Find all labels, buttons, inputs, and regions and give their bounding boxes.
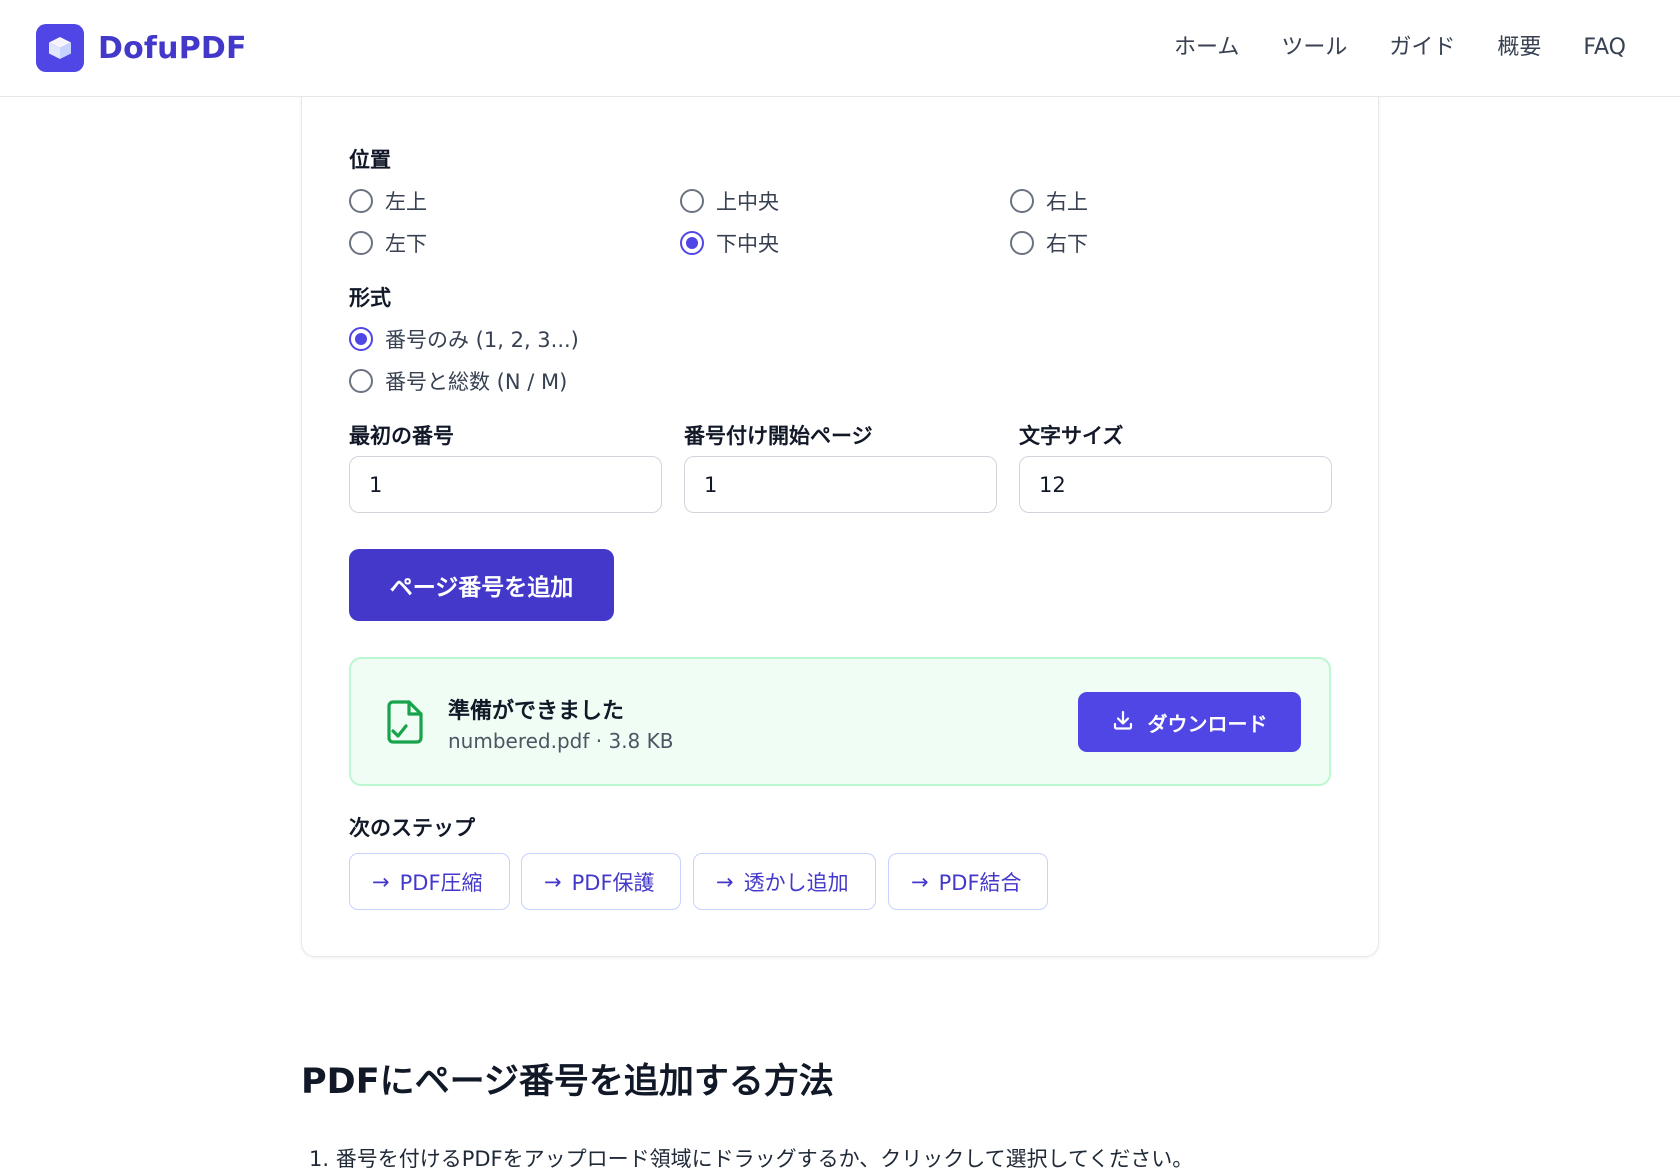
howto-heading: PDFにページ番号を追加する方法 [301, 1062, 834, 1102]
download-icon [1112, 709, 1134, 735]
brand-name: DofuPDF [98, 30, 247, 66]
logo-cube-icon [36, 24, 84, 72]
position-bottom-left[interactable]: 左下 [349, 228, 427, 258]
result-title: 準備ができました [448, 699, 625, 724]
result-panel: 準備ができました numbered.pdf · 3.8 KB ダウンロード [349, 657, 1331, 786]
nav-faq[interactable]: FAQ [1583, 30, 1626, 66]
arrow-right-icon: → [372, 869, 390, 894]
position-label: 位置 [349, 148, 391, 172]
download-button[interactable]: ダウンロード [1078, 692, 1301, 752]
file-check-icon [385, 699, 425, 749]
radio-checked-icon [680, 231, 704, 255]
add-page-numbers-button[interactable]: ページ番号を追加 [349, 549, 614, 621]
radio-checked-icon [349, 327, 373, 351]
format-number-total[interactable]: 番号と総数 (N / M) [349, 366, 567, 396]
format-number-only[interactable]: 番号のみ (1, 2, 3...) [349, 324, 579, 354]
font-size-input[interactable] [1019, 456, 1332, 513]
next-step-merge[interactable]: → PDF結合 [888, 853, 1048, 910]
radio-icon [680, 189, 704, 213]
next-steps-label: 次のステップ [349, 816, 475, 840]
first-number-label: 最初の番号 [349, 424, 454, 448]
position-bottom-center[interactable]: 下中央 [680, 228, 779, 258]
nav-home[interactable]: ホーム [1174, 30, 1239, 66]
radio-icon [1010, 189, 1034, 213]
radio-icon [349, 231, 373, 255]
position-top-left[interactable]: 左上 [349, 186, 427, 216]
format-label: 形式 [349, 286, 391, 310]
next-step-compress[interactable]: → PDF圧縮 [349, 853, 510, 910]
download-label: ダウンロード [1147, 711, 1268, 736]
result-file-meta: numbered.pdf · 3.8 KB [448, 729, 674, 753]
next-step-protect[interactable]: → PDF保護 [521, 853, 681, 910]
position-bottom-right[interactable]: 右下 [1010, 228, 1088, 258]
font-size-label: 文字サイズ [1019, 424, 1124, 448]
first-number-input[interactable] [349, 456, 662, 513]
nav-tools[interactable]: ツール [1281, 30, 1347, 66]
arrow-right-icon: → [544, 869, 562, 894]
arrow-right-icon: → [911, 869, 929, 894]
start-page-label: 番号付け開始ページ [684, 424, 873, 448]
logo[interactable]: DofuPDF [36, 24, 247, 72]
radio-icon [349, 189, 373, 213]
arrow-right-icon: → [716, 869, 734, 894]
site-header: DofuPDF ホーム ツール ガイド 概要 FAQ [0, 0, 1680, 97]
radio-icon [1010, 231, 1034, 255]
next-step-watermark[interactable]: → 透かし追加 [693, 853, 876, 910]
position-top-right[interactable]: 右上 [1010, 186, 1088, 216]
radio-icon [349, 369, 373, 393]
nav-guide[interactable]: ガイド [1389, 30, 1455, 66]
position-top-center[interactable]: 上中央 [680, 186, 779, 216]
nav-about[interactable]: 概要 [1497, 30, 1541, 66]
start-page-input[interactable] [684, 456, 997, 513]
main-nav: ホーム ツール ガイド 概要 FAQ [1132, 30, 1626, 66]
howto-step-1: 1. 番号を付けるPDFをアップロード領域にドラッグするか、クリックして選択して… [309, 1147, 1194, 1171]
